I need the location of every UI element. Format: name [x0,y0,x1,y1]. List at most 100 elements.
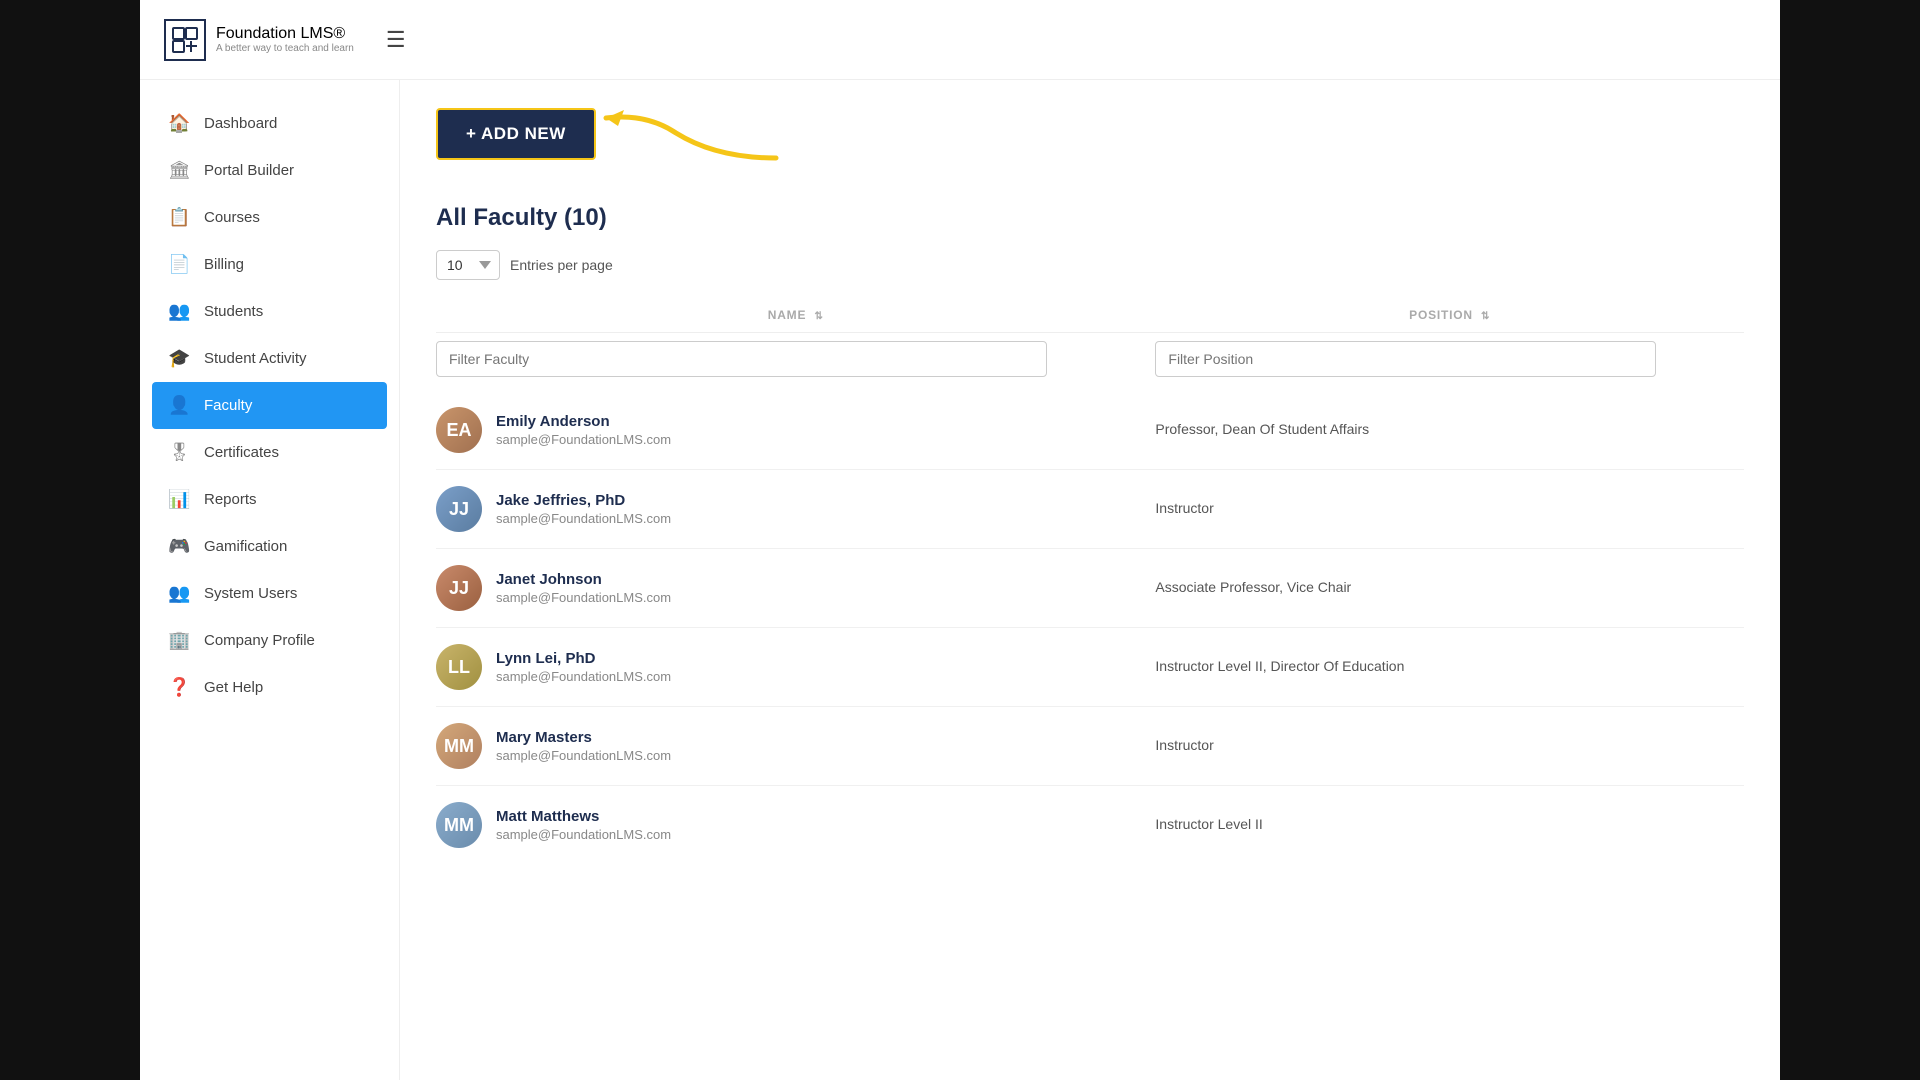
faculty-details: Mary Masters sample@FoundationLMS.com [496,729,671,763]
faculty-email: sample@FoundationLMS.com [496,511,671,526]
faculty-info: EA Emily Anderson sample@FoundationLMS.c… [436,407,1155,453]
sidebar-icon-billing: 📄 [168,254,190,275]
sidebar-label-students: Students [204,303,263,320]
sidebar-item-students[interactable]: 👥 Students [140,288,399,335]
sidebar-item-courses[interactable]: 📋 Courses [140,194,399,241]
faculty-info: JJ Janet Johnson sample@FoundationLMS.co… [436,565,1155,611]
avatar: LL [436,644,482,690]
sidebar-label-system-users: System Users [204,585,297,602]
sidebar: 🏠 Dashboard 🏛 Portal Builder 📋 Courses 📄… [140,80,400,1080]
table-row[interactable]: LL Lynn Lei, PhD sample@FoundationLMS.co… [436,628,1744,707]
main-panel: + ADD NEW All Faculty (10) 102550100 Ent… [400,80,1780,1080]
faculty-position: Instructor [1155,737,1213,753]
avatar: EA [436,407,482,453]
faculty-name: Janet Johnson [496,571,671,588]
sidebar-icon-get-help: ❓ [168,677,190,698]
sort-position-icon[interactable]: ⇅ [1481,311,1490,322]
sidebar-item-faculty[interactable]: 👤 Faculty [152,382,387,429]
sidebar-label-student-activity: Student Activity [204,350,307,367]
avatar: MM [436,802,482,848]
faculty-info: MM Matt Matthews sample@FoundationLMS.co… [436,802,1155,848]
sidebar-item-reports[interactable]: 📊 Reports [140,476,399,523]
faculty-position: Instructor Level II, Director Of Educati… [1155,658,1404,674]
entries-label: Entries per page [510,257,613,273]
sidebar-label-billing: Billing [204,256,244,273]
logo-subtitle: A better way to teach and learn [216,43,354,54]
faculty-info: LL Lynn Lei, PhD sample@FoundationLMS.co… [436,644,1155,690]
table-row[interactable]: EA Emily Anderson sample@FoundationLMS.c… [436,391,1744,470]
logo: Foundation LMS® A better way to teach an… [164,19,354,61]
sidebar-icon-dashboard: 🏠 [168,113,190,134]
entries-per-page-select[interactable]: 102550100 [436,250,500,280]
table-row[interactable]: MM Matt Matthews sample@FoundationLMS.co… [436,786,1744,865]
faculty-position: Professor, Dean Of Student Affairs [1155,421,1369,437]
faculty-position: Instructor [1155,500,1213,516]
faculty-position: Instructor Level II [1155,816,1262,832]
faculty-email: sample@FoundationLMS.com [496,669,671,684]
col-header-name: NAME ⇅ [436,298,1155,333]
sidebar-icon-reports: 📊 [168,489,190,510]
table-row[interactable]: JJ Janet Johnson sample@FoundationLMS.co… [436,549,1744,628]
avatar: JJ [436,486,482,532]
table-row[interactable]: MM Mary Masters sample@FoundationLMS.com… [436,707,1744,786]
faculty-email: sample@FoundationLMS.com [496,590,671,605]
faculty-email: sample@FoundationLMS.com [496,432,671,447]
faculty-position: Associate Professor, Vice Chair [1155,579,1351,595]
page-title: All Faculty (10) [436,204,1744,232]
sidebar-icon-faculty: 👤 [168,395,190,416]
sidebar-icon-students: 👥 [168,301,190,322]
table-row[interactable]: JJ Jake Jeffries, PhD sample@FoundationL… [436,470,1744,549]
faculty-table: NAME ⇅ POSITION ⇅ [436,298,1744,864]
sidebar-item-get-help[interactable]: ❓ Get Help [140,664,399,711]
faculty-email: sample@FoundationLMS.com [496,748,671,763]
sidebar-label-portal-builder: Portal Builder [204,162,294,179]
sidebar-label-company-profile: Company Profile [204,632,315,649]
faculty-details: Janet Johnson sample@FoundationLMS.com [496,571,671,605]
faculty-info: JJ Jake Jeffries, PhD sample@FoundationL… [436,486,1155,532]
table-controls: 102550100 Entries per page [436,250,1744,280]
faculty-name: Matt Matthews [496,808,671,825]
faculty-details: Lynn Lei, PhD sample@FoundationLMS.com [496,650,671,684]
sort-name-icon[interactable]: ⇅ [814,311,823,322]
sidebar-item-system-users[interactable]: 👥 System Users [140,570,399,617]
sidebar-icon-gamification: 🎮 [168,536,190,557]
faculty-details: Emily Anderson sample@FoundationLMS.com [496,413,671,447]
sidebar-icon-portal-builder: 🏛 [168,160,190,181]
sidebar-item-company-profile[interactable]: 🏢 Company Profile [140,617,399,664]
sidebar-label-faculty: Faculty [204,397,252,414]
sidebar-item-dashboard[interactable]: 🏠 Dashboard [140,100,399,147]
filter-faculty-input[interactable] [436,341,1047,377]
faculty-details: Jake Jeffries, PhD sample@FoundationLMS.… [496,492,671,526]
sidebar-label-reports: Reports [204,491,257,508]
sidebar-item-portal-builder[interactable]: 🏛 Portal Builder [140,147,399,194]
sidebar-item-billing[interactable]: 📄 Billing [140,241,399,288]
faculty-details: Matt Matthews sample@FoundationLMS.com [496,808,671,842]
logo-text: Foundation LMS® A better way to teach an… [216,25,354,54]
logo-title: Foundation LMS® [216,25,354,43]
sidebar-item-student-activity[interactable]: 🎓 Student Activity [140,335,399,382]
sidebar-item-certificates[interactable]: 🎖 Certificates [140,429,399,476]
faculty-name: Lynn Lei, PhD [496,650,671,667]
sidebar-icon-system-users: 👥 [168,583,190,604]
hamburger-button[interactable]: ☰ [386,27,406,53]
sidebar-label-gamification: Gamification [204,538,287,555]
faculty-name: Emily Anderson [496,413,671,430]
sidebar-icon-student-activity: 🎓 [168,348,190,369]
avatar: JJ [436,565,482,611]
faculty-name: Mary Masters [496,729,671,746]
sidebar-item-gamification[interactable]: 🎮 Gamification [140,523,399,570]
avatar: MM [436,723,482,769]
sidebar-label-get-help: Get Help [204,679,263,696]
add-new-button[interactable]: + ADD NEW [436,108,596,160]
sidebar-icon-certificates: 🎖 [168,442,190,463]
col-header-position: POSITION ⇅ [1155,298,1744,333]
sidebar-label-certificates: Certificates [204,444,279,461]
sidebar-icon-company-profile: 🏢 [168,630,190,651]
faculty-info: MM Mary Masters sample@FoundationLMS.com [436,723,1155,769]
faculty-name: Jake Jeffries, PhD [496,492,671,509]
sidebar-label-dashboard: Dashboard [204,115,277,132]
sidebar-icon-courses: 📋 [168,207,190,228]
filter-row [436,333,1744,392]
logo-icon [164,19,206,61]
filter-position-input[interactable] [1155,341,1655,377]
